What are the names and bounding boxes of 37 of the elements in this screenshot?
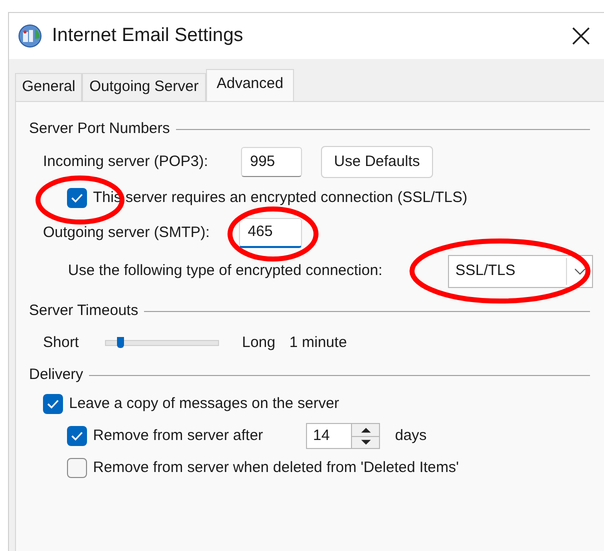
checkbox-label: Leave a copy of messages on the server: [69, 394, 340, 414]
tab[interactable]: Advanced: [206, 69, 294, 101]
use-defaults-button[interactable]: Use Defaults: [321, 146, 433, 178]
timeout-slider[interactable]: [105, 340, 219, 346]
unit-label: days: [395, 426, 427, 446]
field-label: Incoming server (POP3):: [43, 152, 210, 172]
group-heading: Delivery: [29, 364, 84, 385]
check-icon: [71, 431, 83, 441]
globe-icon: [17, 23, 43, 49]
tab[interactable]: Outgoing Server: [82, 73, 206, 101]
check-icon: [71, 193, 83, 203]
slider-min-label: Short: [43, 332, 80, 353]
checkbox[interactable]: [43, 394, 63, 414]
window-title: Internet Email Settings: [52, 24, 244, 48]
days-spinner[interactable]: 14: [306, 423, 380, 449]
checkbox-label: Remove from server after: [93, 426, 264, 446]
timeout-value: 1 minute: [289, 332, 347, 353]
checkbox-label: Remove from server when deleted from 'Deleted Items': [93, 458, 459, 478]
tab[interactable]: General: [15, 73, 82, 101]
slider-max-label: Long: [242, 332, 276, 353]
group-heading: Server Timeouts: [29, 300, 138, 321]
port-input[interactable]: 995: [241, 147, 302, 177]
remove-deleted-option[interactable]: Remove from server when deleted from 'Deleted Items': [67, 456, 459, 480]
check-icon: [47, 399, 59, 409]
group-heading: Server Port Numbers: [29, 118, 170, 139]
close-icon[interactable]: [572, 27, 590, 45]
checkbox[interactable]: [67, 458, 87, 478]
encryption-dropdown[interactable]: SSL/TLS: [448, 254, 594, 288]
chevron-down-icon: [574, 268, 586, 274]
port-input[interactable]: 465: [238, 218, 302, 248]
checkbox[interactable]: [67, 188, 87, 208]
leave-copy-option[interactable]: Leave a copy of messages on the server: [43, 392, 340, 416]
checkbox[interactable]: [67, 426, 87, 446]
field-label: Use the following type of encrypted connection:: [68, 260, 382, 281]
field-label: Outgoing server (SMTP):: [43, 222, 210, 243]
remove-after-option[interactable]: Remove from server after: [67, 424, 306, 448]
slider-thumb[interactable]: [117, 337, 124, 348]
